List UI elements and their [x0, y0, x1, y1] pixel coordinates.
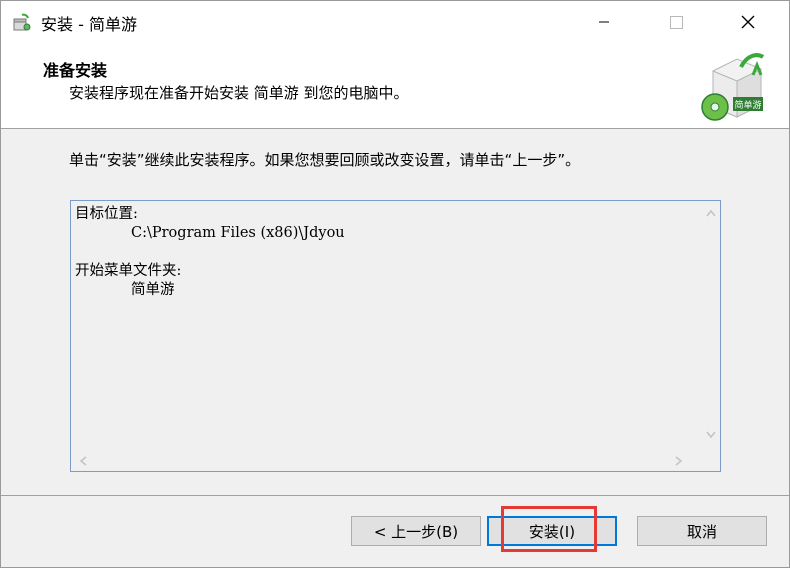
startmenu-value: 简单游	[131, 282, 175, 298]
scroll-up-icon[interactable]	[706, 207, 716, 220]
scroll-corner	[702, 451, 720, 471]
memo-content: 目标位置: C:\Program Files (x86)\Jdyou 开始菜单文件夹…	[75, 205, 695, 300]
wizard-header: 准备安装 安装程序现在准备开始安装 简单游 到您的电脑中。 简单游	[1, 43, 789, 129]
installer-logo-icon: 简单游	[697, 47, 771, 123]
title-bar[interactable]: 安装 - 简单游	[1, 1, 789, 43]
maximize-button	[641, 1, 711, 43]
vertical-scrollbar[interactable]	[702, 201, 720, 451]
minimize-button[interactable]	[569, 1, 639, 43]
dest-value: C:\Program Files (x86)\Jdyou	[131, 225, 345, 241]
startmenu-label: 开始菜单文件夹:	[75, 263, 182, 279]
back-button[interactable]: < 上一步(B)	[351, 516, 481, 546]
scroll-down-icon[interactable]	[706, 429, 716, 442]
window-title: 安装 - 简单游	[41, 15, 137, 34]
page-title: 准备安装	[43, 61, 108, 80]
dest-label: 目标位置:	[75, 206, 138, 222]
scroll-left-icon[interactable]	[79, 456, 87, 469]
ready-memo[interactable]: 目标位置: C:\Program Files (x86)\Jdyou 开始菜单文件夹…	[70, 200, 721, 472]
maximize-icon	[669, 15, 683, 29]
instruction-text: 单击“安装”继续此安装程序。如果您想要回顾或改变设置，请单击“上一步”。	[69, 151, 581, 169]
installer-window: 安装 - 简单游 准备安装 安装程序现在准备开始安装 简单游 到您的电脑中。 简…	[0, 0, 790, 568]
close-icon	[741, 15, 755, 29]
scroll-right-icon[interactable]	[675, 456, 683, 469]
install-button[interactable]: 安装(I)	[487, 516, 617, 546]
horizontal-scrollbar[interactable]	[71, 451, 702, 471]
logo-text: 简单游	[734, 99, 761, 111]
page-subtitle: 安装程序现在准备开始安装 简单游 到您的电脑中。	[69, 84, 409, 102]
installer-box-icon	[11, 12, 31, 32]
cancel-button[interactable]: 取消	[637, 516, 767, 546]
close-button[interactable]	[713, 1, 783, 43]
footer-divider	[1, 495, 789, 496]
minimize-icon	[598, 16, 610, 28]
